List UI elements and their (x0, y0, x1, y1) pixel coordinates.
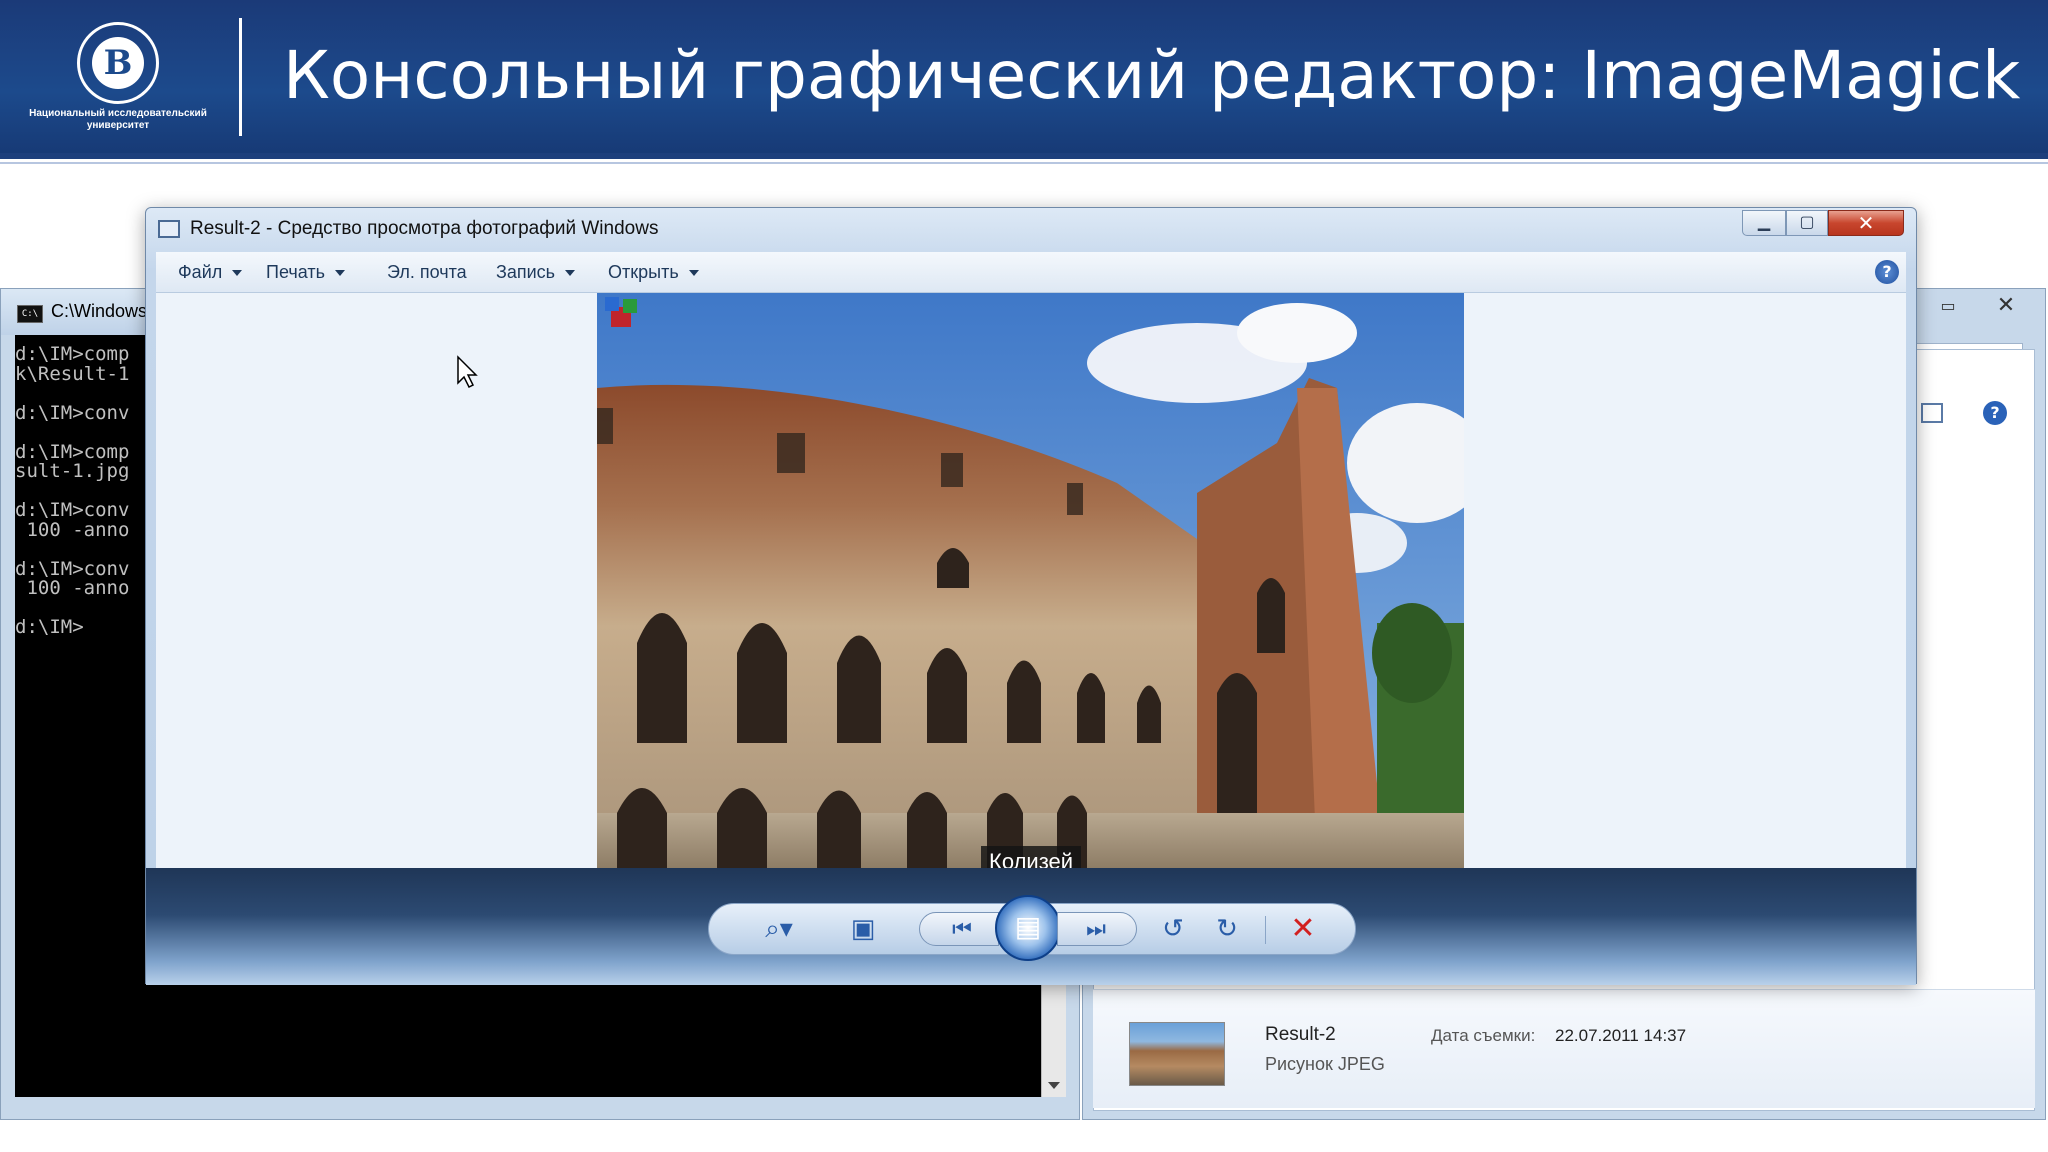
rotate-ccw-icon[interactable]: ↺ (1149, 904, 1197, 954)
menu-burn-label: Запись (496, 262, 556, 282)
magnifier-icon[interactable]: ⌕▾ (749, 904, 809, 954)
toolbar-separator (1265, 916, 1266, 944)
logo-letter: В (92, 37, 144, 89)
chevron-down-icon (565, 270, 576, 277)
colosseum-image (597, 293, 1464, 868)
details-date-label: Дата съемки: (1431, 1026, 1536, 1045)
menu-file-label: Файл (178, 262, 223, 282)
details-date-value: 22.07.2011 14:37 (1555, 1026, 1687, 1045)
actual-size-icon[interactable]: ▣ (839, 904, 887, 954)
next-icon: ⏭ (1086, 917, 1106, 942)
menu-file[interactable]: Файл (178, 262, 243, 283)
menu-email-label: Эл. почта (387, 262, 467, 282)
menu-burn[interactable]: Запись (496, 262, 576, 283)
help-icon[interactable]: ? (1875, 260, 1899, 284)
menu-print-label: Печать (266, 262, 325, 282)
toolbar-controls: ⌕▾ ▣ ⏮ ▤ ⏭ ↺ ↻ ✕ (708, 895, 1356, 961)
file-thumbnail[interactable] (1129, 1022, 1225, 1086)
menu-email[interactable]: Эл. почта (387, 262, 467, 283)
chevron-down-icon (232, 270, 243, 277)
maximize-button[interactable]: ▢ (1786, 210, 1828, 236)
mouse-cursor-icon (457, 355, 478, 389)
logo-emblem: В (77, 22, 159, 104)
console-app-icon: C:\ (17, 305, 43, 323)
previous-icon: ⏮ (952, 917, 972, 942)
photo-viewer-window[interactable]: Result-2 - Средство просмотра фотографий… (145, 207, 1917, 985)
slide-title: Консольный графический редактор: ImageMa… (283, 37, 2021, 114)
menu-open-label: Открыть (608, 262, 679, 282)
slide-header: В Национальный исследовательский универс… (0, 0, 2048, 153)
chevron-down-icon (688, 270, 699, 277)
viewer-content-area[interactable] (156, 293, 1906, 868)
details-pane: Result-2 Рисунок JPEG Дата съемки: 22.07… (1093, 989, 2035, 1108)
close-button[interactable]: ✕ (1828, 210, 1904, 236)
logo-text-line1: Национальный исследовательский (29, 108, 207, 119)
university-logo: В Национальный исследовательский универс… (28, 14, 208, 139)
help-icon[interactable]: ? (1983, 401, 2007, 425)
viewer-title: Result-2 - Средство просмотра фотографий… (190, 218, 659, 239)
photo-colosseum[interactable] (597, 293, 1464, 868)
header-rule (0, 153, 2048, 159)
header-rule-thin (0, 162, 2048, 164)
photo-viewer-icon (158, 220, 180, 238)
rotate-cw-icon[interactable]: ↻ (1203, 904, 1251, 954)
menu-print[interactable]: Печать (266, 262, 345, 283)
viewer-titlebar[interactable]: Result-2 - Средство просмотра фотографий… (146, 208, 1916, 250)
next-button[interactable]: ⏭ (1057, 912, 1137, 946)
viewer-menubar: Файл Печать Эл. почта Запись Открыть ? (156, 252, 1906, 293)
console-title: C:\Windows (51, 301, 148, 321)
viewer-toolbar: ⌕▾ ▣ ⏮ ▤ ⏭ ↺ ↻ ✕ (146, 868, 1916, 985)
maximize-button[interactable]: ▭ (1923, 293, 1973, 319)
scroll-down-icon[interactable] (1048, 1082, 1060, 1089)
close-button[interactable]: ✕ (1981, 293, 2031, 319)
header-divider (239, 18, 242, 136)
chevron-down-icon (334, 270, 345, 277)
preview-pane-icon[interactable] (1921, 403, 1943, 423)
console-text: d:\IM>comp k\Result-1 d:\IM>conv d:\IM>c… (15, 343, 130, 638)
slideshow-icon[interactable]: ▤ (995, 895, 1061, 961)
minimize-button[interactable]: ▁ (1742, 210, 1786, 236)
details-file-name: Result-2 (1265, 1024, 1336, 1045)
delete-icon[interactable]: ✕ (1279, 904, 1327, 954)
logo-text-line2: университет (86, 120, 150, 131)
details-file-type: Рисунок JPEG (1265, 1054, 1385, 1074)
previous-button[interactable]: ⏮ (919, 912, 999, 946)
menu-open[interactable]: Открыть (608, 262, 699, 283)
